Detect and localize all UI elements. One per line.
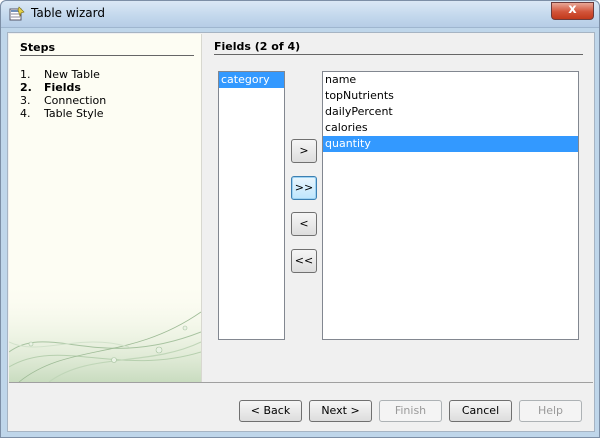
step-number: 4. xyxy=(20,107,31,120)
finish-button[interactable]: Finish xyxy=(379,400,442,422)
step-number: 2. xyxy=(20,81,32,94)
next-button[interactable]: Next > xyxy=(309,400,372,422)
title-bar[interactable]: Table wizard x xyxy=(1,1,599,28)
cancel-button[interactable]: Cancel xyxy=(449,400,512,422)
selected-fields-list[interactable]: category xyxy=(218,71,285,340)
step-item: 3. Connection xyxy=(20,94,106,107)
add-all-fields-button[interactable]: >> xyxy=(291,176,317,200)
step-label: Connection xyxy=(44,94,107,107)
step-item: 1. New Table xyxy=(20,68,100,81)
close-icon: x xyxy=(568,2,577,17)
step-number: 1. xyxy=(20,68,31,81)
fields-divider xyxy=(214,54,583,55)
step-label: Table Style xyxy=(44,107,104,120)
wizard-body: Steps 1. New Table 2. Fields 3. Connection … xyxy=(7,32,595,432)
step-label: Fields xyxy=(44,81,81,94)
steps-heading: Steps xyxy=(20,41,56,54)
window-title: Table wizard xyxy=(31,6,105,20)
list-item[interactable]: dailyPercent xyxy=(323,104,578,120)
remove-all-fields-button[interactable]: << xyxy=(291,249,317,273)
wizard-app-icon xyxy=(9,6,25,21)
steps-panel: Steps 1. New Table 2. Fields 3. Connection … xyxy=(9,34,202,382)
back-button[interactable]: < Back xyxy=(239,400,302,422)
remove-field-button[interactable]: < xyxy=(291,212,317,236)
help-button[interactable]: Help xyxy=(519,400,582,422)
add-field-button[interactable]: > xyxy=(291,139,317,163)
list-item-selected[interactable]: quantity xyxy=(323,136,578,152)
table-wizard-window: Table wizard x Steps 1. New Table 2. Field… xyxy=(0,0,600,438)
decorative-swirl-graphic xyxy=(9,282,201,382)
step-item-active: 2. Fields xyxy=(20,81,81,94)
available-fields-list[interactable]: name topNutrients dailyPercent calories … xyxy=(322,71,579,340)
fields-heading: Fields (2 of 4) xyxy=(214,40,301,53)
list-item[interactable]: calories xyxy=(323,120,578,136)
step-label: New Table xyxy=(44,68,100,81)
list-item[interactable]: topNutrients xyxy=(323,88,578,104)
steps-divider xyxy=(20,55,194,56)
list-item[interactable]: category xyxy=(219,72,284,88)
list-item[interactable]: name xyxy=(323,72,578,88)
step-number: 3. xyxy=(20,94,31,107)
close-button[interactable]: x xyxy=(551,2,594,20)
step-item: 4. Table Style xyxy=(20,107,104,120)
footer-divider xyxy=(9,382,593,383)
